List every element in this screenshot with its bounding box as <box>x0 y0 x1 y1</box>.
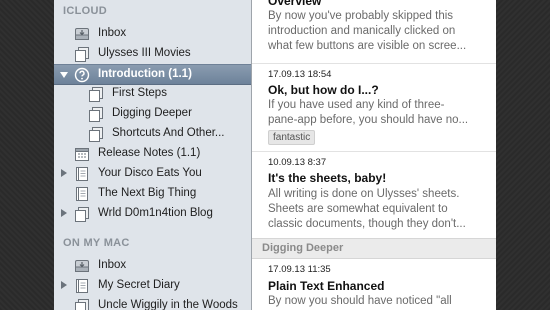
sidebar-item-label: Ulysses III Movies <box>98 47 191 59</box>
sidebar-item-label: Inbox <box>98 259 127 271</box>
sidebar-item-your-disco[interactable]: Your Disco Eats You <box>54 164 251 184</box>
notebook-icon <box>74 186 90 202</box>
disclosure-triangle-collapsed-icon[interactable] <box>61 209 67 217</box>
sidebar-item-label: Release Notes (1.1) <box>98 147 201 159</box>
keyword-tag[interactable]: fantastic <box>268 130 316 145</box>
desktop-backdrop-right <box>496 0 550 310</box>
group-icon <box>88 106 104 122</box>
group-icon <box>88 86 104 102</box>
sidebar-item-mac-inbox[interactable]: Inbox <box>54 256 251 276</box>
sidebar-item-inbox[interactable]: Inbox <box>54 24 251 44</box>
group-icon <box>88 126 104 142</box>
sheet-item-plain-text-enhanced[interactable]: 17.09.13 11:35 Plain Text Enhanced By no… <box>252 259 496 310</box>
group-icon <box>74 298 90 310</box>
sheet-list: Overview By now you've probably skipped … <box>252 0 496 310</box>
group-icon <box>74 206 90 222</box>
sidebar-item-digging-deeper[interactable]: Digging Deeper <box>54 104 251 124</box>
sheet-date: 10.09.13 8:37 <box>268 157 327 168</box>
sheet-snippet: By now you've probably skipped this intr… <box>268 10 467 52</box>
sheet-date: 17.09.13 18:54 <box>268 69 332 80</box>
section-header-on-my-mac: ON MY MAC <box>63 237 130 249</box>
sidebar-item-secret-diary[interactable]: My Secret Diary <box>54 276 251 296</box>
sidebar-item-wrld-blog[interactable]: Wrld D0m1n4tion Blog <box>54 204 251 224</box>
sidebar-item-label: Introduction (1.1) <box>98 68 192 80</box>
sheet-title: It's the sheets, baby! <box>268 171 387 185</box>
sidebar-item-label: My Secret Diary <box>98 279 180 291</box>
inbox-icon <box>74 258 90 274</box>
sheet-title: Ok, but how do I...? <box>268 83 379 97</box>
notebook-icon <box>74 278 90 294</box>
calendar-icon <box>74 146 90 162</box>
notebook-icon <box>74 166 90 182</box>
disclosure-triangle-collapsed-icon[interactable] <box>61 169 67 177</box>
sidebar-item-shortcuts[interactable]: Shortcuts And Other... <box>54 124 251 144</box>
sidebar-item-label: Wrld D0m1n4tion Blog <box>98 207 213 219</box>
sheet-title: Plain Text Enhanced <box>268 279 385 293</box>
sidebar-item-label: Uncle Wiggily in the Woods <box>98 299 238 310</box>
sidebar-item-label: Digging Deeper <box>112 107 192 119</box>
sheet-item-overview[interactable]: Overview By now you've probably skipped … <box>252 0 496 64</box>
sidebar-item-uncle-wiggily[interactable]: Uncle Wiggily in the Woods <box>54 296 251 310</box>
sheet-snippet: By now you should have noticed "all <box>268 295 452 307</box>
disclosure-triangle-collapsed-icon[interactable] <box>61 281 67 289</box>
desktop-backdrop-left <box>0 0 54 310</box>
section-header-icloud: ICLOUD <box>63 5 107 17</box>
sidebar-item-label: Inbox <box>98 27 127 39</box>
sheet-snippet: All writing is done on Ulysses' sheets. … <box>268 188 466 230</box>
group-header-digging-deeper: Digging Deeper <box>252 238 496 259</box>
sheet-title: Overview <box>268 0 322 8</box>
sheet-date: 17.09.13 11:35 <box>268 264 331 275</box>
sidebar-item-label: The Next Big Thing <box>98 187 197 199</box>
group-icon <box>74 46 90 62</box>
sidebar-item-label: First Steps <box>112 87 167 99</box>
sheet-item-its-the-sheets[interactable]: 10.09.13 8:37 It's the sheets, baby! All… <box>252 152 496 239</box>
sidebar-item-next-big-thing[interactable]: The Next Big Thing <box>54 184 251 204</box>
sidebar-item-release-notes[interactable]: Release Notes (1.1) <box>54 144 251 164</box>
help-icon <box>74 67 90 83</box>
library-sidebar: ICLOUD Inbox Ulysses III Movies Introduc… <box>54 0 252 310</box>
sheet-snippet: If you have used any kind of three- pane… <box>268 99 469 126</box>
sidebar-item-label: Your Disco Eats You <box>98 167 202 179</box>
sidebar-item-first-steps[interactable]: First Steps <box>54 84 251 104</box>
ulysses-window: ICLOUD Inbox Ulysses III Movies Introduc… <box>54 0 496 310</box>
sheet-item-how-do-i[interactable]: 17.09.13 18:54 Ok, but how do I...? If y… <box>252 64 496 152</box>
inbox-icon <box>74 26 90 42</box>
sidebar-item-ulysses-movies[interactable]: Ulysses III Movies <box>54 44 251 64</box>
sidebar-item-introduction[interactable]: Introduction (1.1) <box>54 64 251 85</box>
disclosure-triangle-expanded-icon[interactable] <box>60 72 68 78</box>
sidebar-item-label: Shortcuts And Other... <box>112 127 225 139</box>
